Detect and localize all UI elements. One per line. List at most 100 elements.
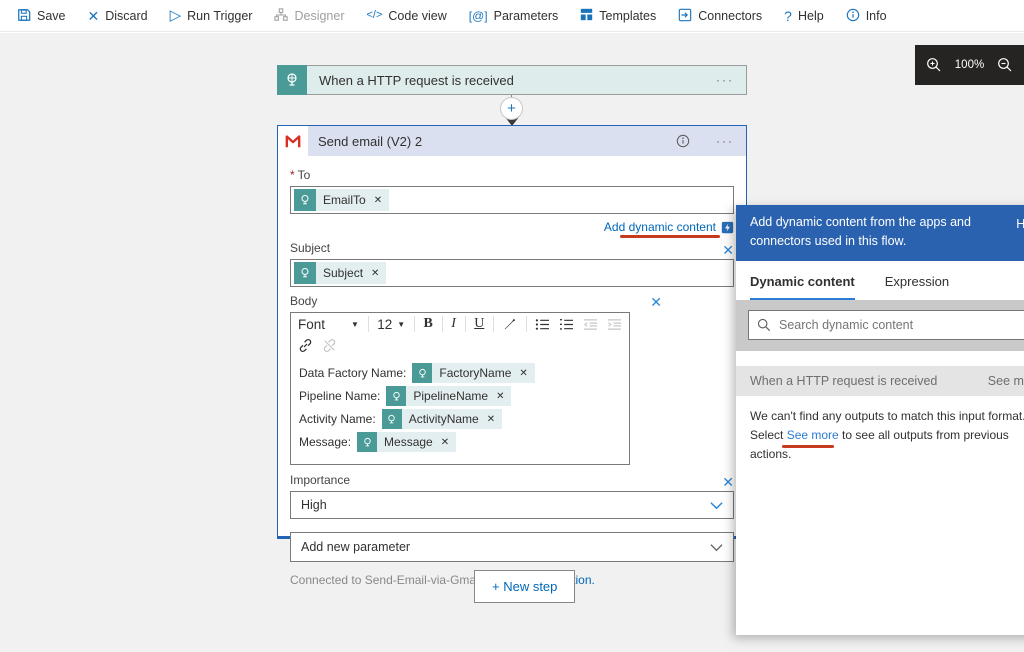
templates-label: Templates [599,9,656,23]
trigger-menu-button[interactable]: ··· [704,73,746,87]
text-color-pen-icon[interactable] [503,317,517,331]
templates-button[interactable]: Templates [569,0,667,32]
parameters-icon: [@] [469,10,488,22]
send-email-card-header[interactable]: Send email (V2) 2 ··· [278,126,746,156]
insert-link-icon[interactable] [298,338,313,353]
send-email-card-body: * To EmailTo ✕ Add dynamic content [278,156,746,587]
card-menu-button[interactable]: ··· [704,134,746,148]
bold-button[interactable]: B [424,316,433,332]
remove-link-icon[interactable] [322,338,337,353]
annotation-underline [782,445,834,448]
help-icon: ? [784,9,792,23]
importance-field-label: Importance [290,473,350,487]
search-icon [757,318,771,332]
chip-remove-icon[interactable]: ✕ [496,391,504,402]
trigger-outputs-section-header: When a HTTP request is received See more [736,366,1024,396]
activityname-token-chip[interactable]: ActivityName ✕ [382,409,502,429]
pipelinename-token-chip[interactable]: PipelineName ✕ [386,386,511,406]
clear-body-icon[interactable]: ✕ [650,295,662,309]
body-rich-text-editor[interactable]: Font ▼ 12 ▼ B I U [290,312,630,465]
insert-step-button[interactable]: + [500,97,523,120]
bullet-list-icon[interactable] [535,318,550,331]
discard-label: Discard [105,9,147,23]
new-step-button[interactable]: + New step [474,570,575,603]
factoryname-token-chip[interactable]: FactoryName ✕ [412,363,534,383]
chip-remove-icon[interactable]: ✕ [519,368,527,379]
no-outputs-message: We can't find any outputs to match this … [736,396,1024,476]
chevron-down-icon: ▼ [397,320,405,329]
chip-remove-icon[interactable]: ✕ [487,414,495,425]
section-title: When a HTTP request is received [750,374,937,388]
emailto-token-chip[interactable]: EmailTo ✕ [294,189,389,211]
info-button[interactable]: Info [835,0,898,32]
info-icon [846,8,860,24]
tab-dynamic-content[interactable]: Dynamic content [750,274,855,300]
trigger-card[interactable]: When a HTTP request is received ··· [277,65,747,95]
indent-icon[interactable] [607,318,622,331]
to-input[interactable]: EmailTo ✕ [290,186,734,214]
code-view-button[interactable]: </> Code view [356,0,458,32]
save-button[interactable]: Save [6,0,77,32]
importance-select[interactable]: High [290,491,734,519]
http-request-icon [382,409,402,429]
dynamic-content-flag-icon [721,221,734,234]
send-email-card[interactable]: Send email (V2) 2 ··· * To EmailTo ✕ [277,125,747,539]
help-button[interactable]: ? Help [773,0,835,32]
rich-text-toolbar-row1: Font ▼ 12 ▼ B I U [291,313,629,335]
body-editor-content[interactable]: Data Factory Name: FactoryName ✕ Pipelin… [291,356,629,464]
connectors-icon [678,8,692,24]
zoom-in-icon[interactable] [926,57,942,73]
chevron-down-icon: ▼ [351,320,359,329]
designer-canvas[interactable]: 100% When a HTTP request is received ···… [0,33,1024,652]
card-info-icon[interactable] [676,134,690,148]
chip-remove-icon[interactable]: ✕ [441,437,449,448]
font-size-dropdown[interactable]: 12 ▼ [377,317,405,332]
http-request-icon [357,432,377,452]
clear-subject-icon[interactable]: ✕ [722,243,734,257]
parameters-button[interactable]: [@] Parameters [458,0,569,32]
body-line: Data Factory Name: FactoryName ✕ [299,363,621,383]
gmail-icon [278,126,308,156]
zoom-level: 100% [955,59,984,71]
info-label: Info [866,9,887,23]
see-more-link[interactable]: See more [787,428,839,442]
zoom-out-icon[interactable] [997,57,1013,73]
numbered-list-icon[interactable] [559,318,574,331]
body-field-label: Body [290,294,317,308]
http-request-icon [294,262,316,284]
italic-button[interactable]: I [451,316,456,332]
annotation-underline [620,235,720,238]
clear-importance-icon[interactable]: ✕ [722,475,734,489]
section-see-more-link[interactable]: See more [988,374,1024,388]
add-new-parameter-select[interactable]: Add new parameter [290,532,734,562]
add-dynamic-content-link[interactable]: Add dynamic content [604,220,734,234]
required-asterisk: * [290,168,295,182]
panel-hide-button[interactable]: Hide [1016,213,1024,234]
send-email-card-title: Send email (V2) 2 [308,134,676,149]
chip-remove-icon[interactable]: ✕ [371,268,379,279]
run-trigger-button[interactable]: ▷ Run Trigger [159,0,264,32]
save-icon [17,8,31,24]
panel-header-text: Add dynamic content from the apps and co… [750,213,990,252]
discard-button[interactable]: ✕ Discard [77,0,159,32]
subject-input[interactable]: Subject ✕ [290,259,734,287]
tab-expression[interactable]: Expression [885,274,949,300]
panel-header: Add dynamic content from the apps and co… [736,205,1024,261]
outdent-icon[interactable] [583,318,598,331]
discard-x-icon: ✕ [88,9,100,23]
chevron-down-icon [710,543,723,552]
add-dynamic-content-row: Add dynamic content [290,219,734,235]
font-family-dropdown[interactable]: Font ▼ [298,317,359,332]
chip-remove-icon[interactable]: ✕ [374,195,382,206]
templates-icon [580,8,593,23]
connectors-label: Connectors [698,9,762,23]
message-token-chip[interactable]: Message ✕ [357,432,456,452]
designer-label: Designer [294,9,344,23]
connectors-button[interactable]: Connectors [667,0,773,32]
subject-token-chip[interactable]: Subject ✕ [294,262,386,284]
search-band [736,300,1024,351]
underline-button[interactable]: U [474,316,484,332]
http-request-icon [277,65,307,95]
search-dynamic-content-input[interactable] [779,318,1024,332]
run-trigger-label: Run Trigger [187,9,252,23]
